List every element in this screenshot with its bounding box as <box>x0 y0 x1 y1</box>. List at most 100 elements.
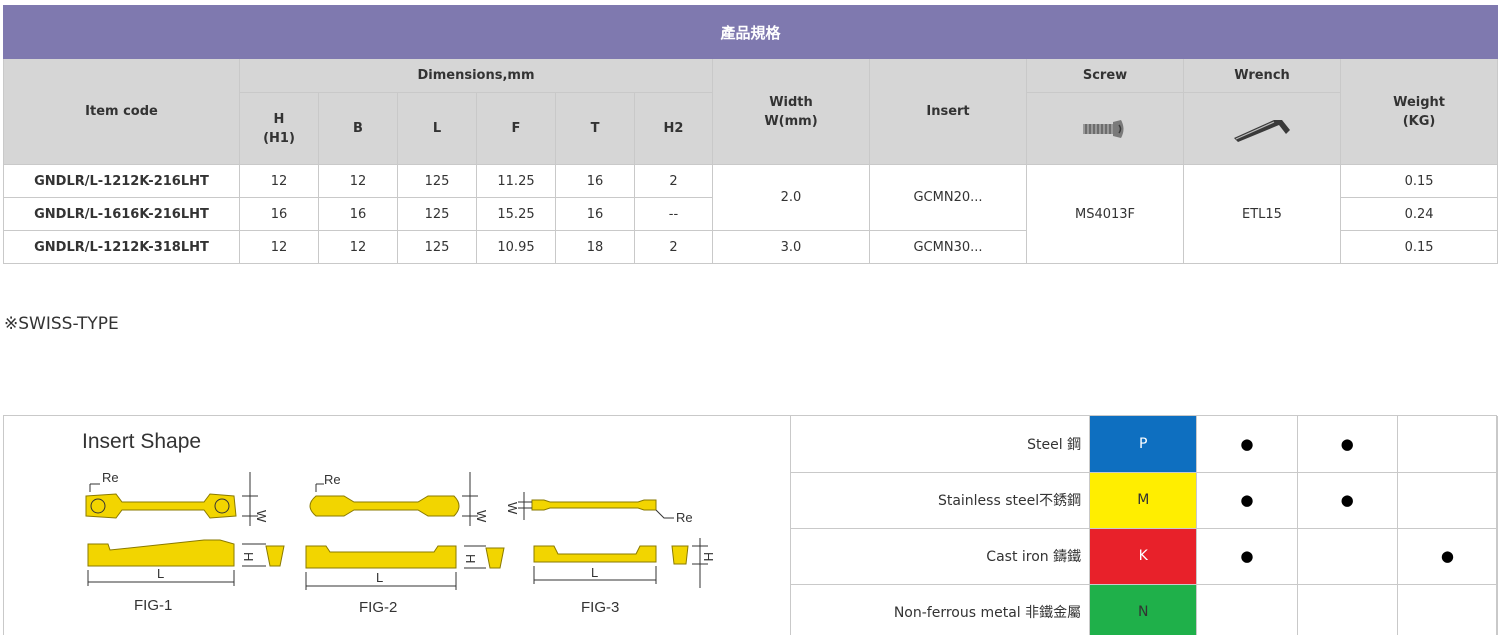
h2-cell: -- <box>634 197 713 231</box>
fig1-l-label: L <box>157 566 164 581</box>
material-mark <box>1196 583 1298 635</box>
f-cell: 11.25 <box>476 164 556 198</box>
weight-cell: 0.24 <box>1339 197 1499 231</box>
material-mark: ● <box>1396 527 1499 585</box>
l-cell: 125 <box>397 164 477 198</box>
fig2-h-label: H <box>463 554 478 563</box>
wrench-image-cell <box>1183 92 1341 165</box>
material-name: Cast iron 鑄鐵 <box>791 527 1091 585</box>
material-table: Steel 鋼 P ● ● Stainless steel不銹鋼 M ● ● C… <box>791 416 1499 635</box>
item-code-cell: GNDLR/L-1212K-318LHT <box>3 230 240 264</box>
header-h: H (H1) <box>239 92 319 165</box>
header-insert: Insert <box>869 58 1027 165</box>
b-cell: 12 <box>318 230 398 264</box>
l-cell: 125 <box>397 230 477 264</box>
material-grade-m: M <box>1089 471 1198 529</box>
material-mark <box>1296 527 1398 585</box>
material-mark <box>1396 416 1499 473</box>
fig2-label: FIG-2 <box>359 599 398 616</box>
header-h2: H2 <box>634 92 713 165</box>
fig2-re-label: Re <box>324 472 341 487</box>
swiss-type-note: ※SWISS-TYPE <box>4 314 119 334</box>
b-cell: 16 <box>318 197 398 231</box>
h2-cell: 2 <box>634 164 713 198</box>
material-mark: ● <box>1296 471 1398 529</box>
header-b: B <box>318 92 398 165</box>
t-cell: 16 <box>555 164 635 198</box>
fig1-side-view <box>87 539 285 586</box>
fig3-h-label: H <box>701 552 716 561</box>
material-name: Non-ferrous metal 非鐵金屬 <box>791 583 1091 635</box>
material-name: Stainless steel不銹鋼 <box>791 471 1091 529</box>
insert-shape-diagram: Re W L H Re W L H W Re L H <box>85 470 716 590</box>
table-row: GNDLR/L-1212K-216LHT 12 12 125 11.25 16 … <box>3 164 1499 264</box>
material-name: Steel 鋼 <box>791 416 1091 473</box>
t-cell: 18 <box>555 230 635 264</box>
width-cell: 2.0 <box>712 164 870 231</box>
header-t: T <box>555 92 635 165</box>
material-row: Cast iron 鑄鐵 K ● ● <box>791 527 1499 585</box>
f-cell: 15.25 <box>476 197 556 231</box>
material-mark: ● <box>1196 416 1298 473</box>
fig1-re-label: Re <box>102 470 119 485</box>
weight-cell: 0.15 <box>1339 164 1499 198</box>
header-f: F <box>476 92 556 165</box>
fig1-h-label: H <box>241 552 256 561</box>
h-cell: 16 <box>239 197 319 231</box>
fig3-w-label: W <box>505 502 520 515</box>
item-code-cell: GNDLR/L-1616K-216LHT <box>3 197 240 231</box>
t-cell: 16 <box>555 197 635 231</box>
material-mark: ● <box>1296 416 1398 473</box>
header-item-code: Item code <box>3 58 240 165</box>
material-mark: ● <box>1196 471 1298 529</box>
header-width-label: Width <box>769 94 813 110</box>
hex-wrench-icon <box>1234 119 1290 142</box>
h2-cell: 2 <box>634 230 713 264</box>
header-weight-label: Weight <box>1393 94 1445 110</box>
material-mark <box>1396 583 1499 635</box>
material-row: Steel 鋼 P ● ● <box>791 416 1499 473</box>
header-h-sub: (H1) <box>263 130 295 146</box>
header-width: Width W(mm) <box>712 58 870 165</box>
header-weight-sub: (KG) <box>1402 113 1436 129</box>
width-cell: 3.0 <box>712 230 870 264</box>
l-cell: 125 <box>397 197 477 231</box>
spec-table: 產品規格 Item code Dimensions,mm Width W(mm)… <box>2 5 1499 264</box>
header-screw: Screw <box>1026 58 1184 93</box>
fig3-side-view <box>533 538 708 588</box>
fig3-re-label: Re <box>676 510 693 525</box>
f-cell: 10.95 <box>476 230 556 264</box>
screw-image-cell <box>1026 92 1184 165</box>
header-weight: Weight (KG) <box>1339 58 1499 165</box>
insert-shape-panel: Insert Shape Re W L H Re W L H W Re L H … <box>4 416 791 635</box>
material-grade-p: P <box>1089 416 1198 473</box>
material-mark <box>1396 471 1499 529</box>
fig3-top-view <box>518 492 674 520</box>
insert-cell: GCMN20... <box>869 164 1027 231</box>
b-cell: 12 <box>318 164 398 198</box>
material-mark: ● <box>1196 527 1298 585</box>
fig3-l-label: L <box>591 565 598 580</box>
item-code-cell: GNDLR/L-1212K-216LHT <box>3 164 240 198</box>
screw-cell: MS4013F <box>1026 164 1184 264</box>
table-title: 產品規格 <box>2 5 1499 59</box>
material-row: Stainless steel不銹鋼 M ● ● <box>791 471 1499 529</box>
fig2-l-label: L <box>376 570 383 585</box>
fig3-label: FIG-3 <box>581 599 620 616</box>
fig2-side-view <box>305 545 505 590</box>
fig1-w-label: W <box>254 510 269 523</box>
material-grade-k: K <box>1089 527 1198 585</box>
h-cell: 12 <box>239 230 319 264</box>
insert-info-panel: Insert Shape Re W L H Re W L H W Re L H … <box>3 415 1499 635</box>
material-mark <box>1296 583 1398 635</box>
screw-icon <box>1083 119 1124 138</box>
wrench-cell: ETL15 <box>1183 164 1341 264</box>
h-cell: 12 <box>239 164 319 198</box>
header-dimensions: Dimensions,mm <box>239 58 713 93</box>
fig2-w-label: W <box>474 510 489 523</box>
header-wrench: Wrench <box>1183 58 1341 93</box>
weight-cell: 0.15 <box>1339 230 1499 264</box>
insert-cell: GCMN30... <box>869 230 1027 264</box>
header-width-sub: W(mm) <box>764 113 818 129</box>
header-h-label: H <box>273 111 285 127</box>
